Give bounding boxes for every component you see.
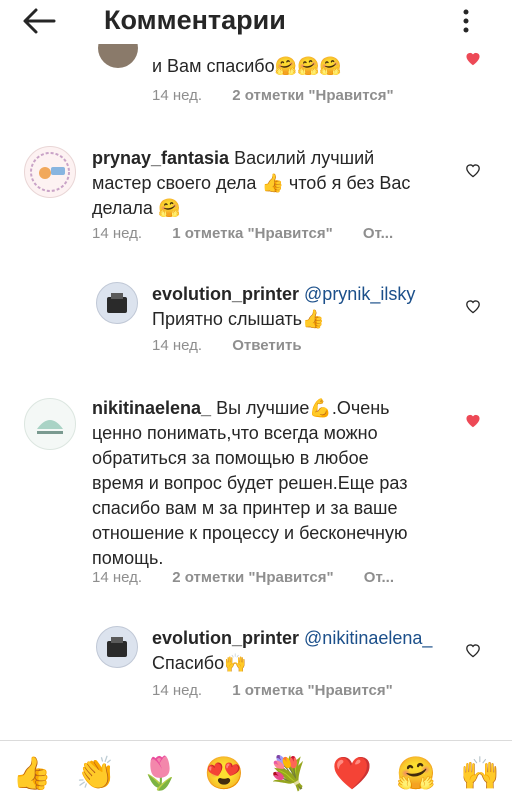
likes-count[interactable]: 1 отметка "Нравится" xyxy=(232,682,393,699)
comment-meta: 14 нед. 2 отметки "Нравится" От... xyxy=(92,569,420,586)
page-title: Комментарии xyxy=(104,5,286,35)
hugging-face-emoji[interactable]: 🤗 xyxy=(396,753,436,793)
comment-username[interactable]: prynay_fantasia xyxy=(92,148,229,168)
avatar[interactable] xyxy=(96,282,138,324)
red-heart-emoji[interactable]: ❤️ xyxy=(332,753,372,793)
comment-mention[interactable]: @nikitinaelena_ xyxy=(304,628,432,648)
bouquet-emoji[interactable]: 💐 xyxy=(268,753,308,793)
heart-outline-icon[interactable] xyxy=(464,298,482,314)
comment-username[interactable]: evolution_printer xyxy=(152,628,299,648)
likes-count[interactable]: 2 отметки "Нравится" xyxy=(232,87,393,104)
comment-item: nikitinaelena_ Вы лучшие💪.Очень ценно по… xyxy=(0,384,512,604)
comment-time: 14 нед. xyxy=(92,569,143,586)
heart-icon[interactable] xyxy=(464,412,482,428)
comment-time: 14 нед. xyxy=(152,682,203,699)
emoji-quick-bar: 👍 👏 🌷 😍 💐 ❤️ 🤗 🙌 xyxy=(0,740,512,805)
comment-text: Вы лучшие💪.Очень ценно понимать,что всег… xyxy=(92,398,408,568)
tulip-emoji[interactable]: 🌷 xyxy=(140,753,180,793)
comment-time: 14 нед. xyxy=(152,337,203,354)
comment-mention[interactable]: @prynik_ilsky xyxy=(304,284,415,304)
comment-username[interactable]: evolution_printer xyxy=(152,284,299,304)
thumbs-up-emoji[interactable]: 👍 xyxy=(12,753,52,793)
arrow-left-icon[interactable] xyxy=(20,6,60,36)
clapping-hands-emoji[interactable]: 👏 xyxy=(76,753,116,793)
comment-meta: 14 нед. 2 отметки "Нравится" xyxy=(152,87,420,104)
comment-item: prynay_fantasia Василий лучший мастер св… xyxy=(0,128,512,258)
reply-button[interactable]: От... xyxy=(364,569,394,586)
comment-meta: 14 нед. 1 отметка "Нравится" xyxy=(152,682,419,699)
comment-text: Спасибо🙌 xyxy=(152,653,247,673)
likes-count[interactable]: 2 отметки "Нравится" xyxy=(172,569,333,586)
heart-icon[interactable] xyxy=(464,50,482,66)
vertical-dots-icon[interactable] xyxy=(456,8,476,34)
avatar[interactable] xyxy=(96,626,138,668)
heart-outline-icon[interactable] xyxy=(464,162,482,178)
avatar[interactable] xyxy=(24,146,76,198)
comment-username[interactable]: nikitinaelena_ xyxy=(92,398,211,418)
comment-reply: evolution_printer @nikitinaelena_ Спасиб… xyxy=(0,620,512,720)
comment-body: evolution_printer @nikitinaelena_ Спасиб… xyxy=(152,626,452,676)
comment-meta: 14 нед. 1 отметка "Нравится" От... xyxy=(92,225,419,242)
comment-text: и Вам спасибо🤗🤗🤗 xyxy=(152,56,342,76)
comment-reply: evolution_printer @prynik_ilsky Приятно … xyxy=(0,276,512,366)
reply-button[interactable]: Ответить xyxy=(232,337,301,354)
raising-hands-emoji[interactable]: 🙌 xyxy=(460,753,500,793)
top-bar: Комментарии xyxy=(0,0,512,44)
avatar[interactable] xyxy=(24,398,76,450)
heart-eyes-emoji[interactable]: 😍 xyxy=(204,753,244,793)
comments-feed: и Вам спасибо🤗🤗🤗 14 нед. 2 отметки "Нрав… xyxy=(0,0,512,740)
comment-body: nikitinaelena_ Вы лучшие💪.Очень ценно по… xyxy=(92,396,422,571)
likes-count[interactable]: 1 отметка "Нравится" xyxy=(172,225,333,242)
comment-body: prynay_fantasia Василий лучший мастер св… xyxy=(92,146,422,221)
comment-time: 14 нед. xyxy=(92,225,143,242)
comment-time: 14 нед. xyxy=(152,87,203,104)
comment-text: Приятно слышать👍 xyxy=(152,309,325,329)
comment-body: evolution_printer @prynik_ilsky Приятно … xyxy=(152,282,452,332)
reply-button[interactable]: От... xyxy=(363,225,393,242)
heart-outline-icon[interactable] xyxy=(464,642,482,658)
comment-meta: 14 нед. Ответить xyxy=(152,337,328,354)
